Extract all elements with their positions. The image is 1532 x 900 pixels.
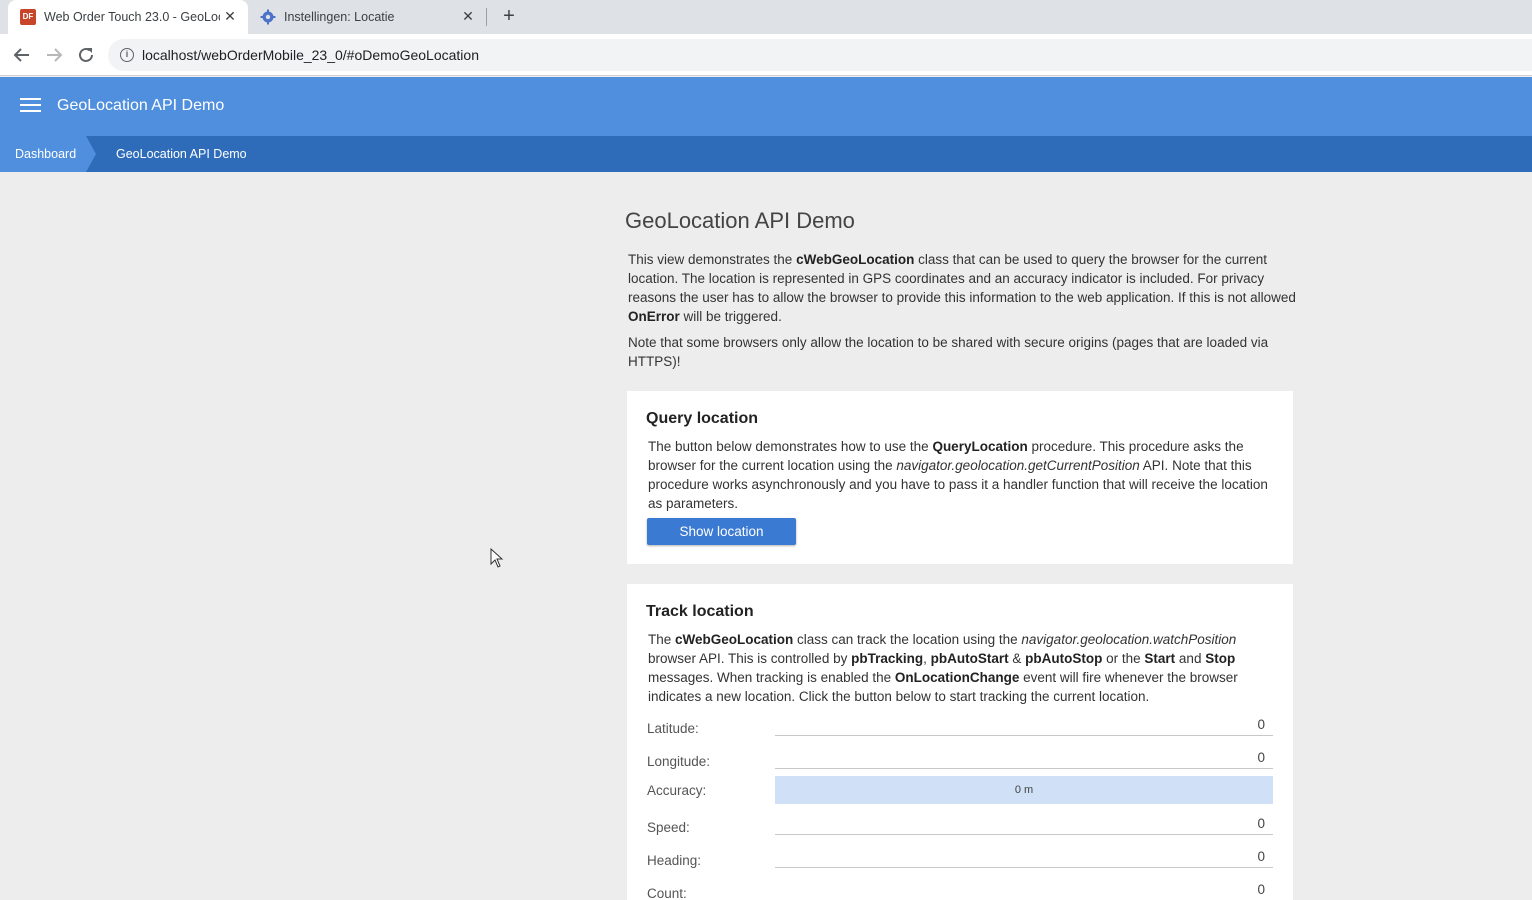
intro-paragraph-1: This view demonstrates the cWebGeoLocati… <box>628 252 1296 324</box>
reload-icon[interactable] <box>75 44 97 66</box>
longitude-field[interactable]: 0 <box>775 747 1273 769</box>
close-tab-icon[interactable]: ✕ <box>222 8 238 24</box>
mouse-cursor-icon <box>490 548 504 568</box>
browser-tab-active[interactable]: DF Web Order Touch 23.0 - GeoLoca ✕ <box>8 0 248 34</box>
query-location-description: The button below demonstrates how to use… <box>648 439 1268 511</box>
track-location-description: The cWebGeoLocation class can track the … <box>648 632 1238 704</box>
dataflex-favicon-icon: DF <box>20 9 36 25</box>
accuracy-row: Accuracy: 0 m <box>647 776 1273 809</box>
speed-label: Speed: <box>647 820 690 835</box>
latitude-label: Latitude: <box>647 721 699 736</box>
breadcrumb: Dashboard GeoLocation API Demo <box>0 136 1532 172</box>
accuracy-label: Accuracy: <box>647 783 707 798</box>
app-header: GeoLocation API Demo <box>0 77 1532 136</box>
site-info-icon[interactable]: i <box>120 48 134 62</box>
breadcrumb-dashboard[interactable]: Dashboard <box>0 136 86 172</box>
track-location-heading: Track location <box>646 603 754 620</box>
query-location-card: Query location The button below demonstr… <box>627 391 1293 564</box>
gear-icon <box>260 9 276 25</box>
count-row: Count: 0 <box>647 879 1273 900</box>
forward-arrow-icon[interactable] <box>43 44 65 66</box>
new-tab-button[interactable]: + <box>498 5 520 27</box>
heading-label: Heading: <box>647 853 702 868</box>
longitude-label: Longitude: <box>647 754 711 769</box>
app-title: GeoLocation API Demo <box>57 97 225 114</box>
count-label: Count: <box>647 886 687 900</box>
latitude-row: Latitude: 0 <box>647 714 1273 747</box>
url-field[interactable]: i localhost/webOrderMobile_23_0/#oDemoGe… <box>108 39 1532 71</box>
browser-tab-inactive[interactable]: Instellingen: Locatie ✕ <box>248 0 486 34</box>
intro-paragraph-2: Note that some browsers only allow the l… <box>628 335 1269 369</box>
heading-field[interactable]: 0 <box>775 846 1273 868</box>
heading-row: Heading: 0 <box>647 846 1273 879</box>
speed-row: Speed: 0 <box>647 813 1273 846</box>
menu-icon[interactable] <box>20 98 41 114</box>
browser-tab-bar: DF Web Order Touch 23.0 - GeoLoca ✕ Inst… <box>0 0 1532 34</box>
breadcrumb-arrow-icon <box>86 136 96 172</box>
show-location-button[interactable]: Show location <box>647 518 796 545</box>
page-title: GeoLocation API Demo <box>625 208 855 233</box>
latitude-field[interactable]: 0 <box>775 714 1273 736</box>
close-tab-icon[interactable]: ✕ <box>460 8 476 24</box>
breadcrumb-current: GeoLocation API Demo <box>116 147 247 161</box>
back-arrow-icon[interactable] <box>11 44 33 66</box>
track-location-card: Track location The cWebGeoLocation class… <box>627 584 1293 900</box>
url-text: localhost/webOrderMobile_23_0/#oDemoGeoL… <box>142 47 479 63</box>
tab-separator <box>486 8 487 26</box>
query-location-heading: Query location <box>646 410 759 427</box>
speed-field[interactable]: 0 <box>775 813 1273 835</box>
count-field[interactable]: 0 <box>775 879 1273 900</box>
tab-title: Web Order Touch 23.0 - GeoLoca <box>44 10 220 24</box>
accuracy-value: 0 m <box>1014 784 1034 796</box>
tab-title: Instellingen: Locatie <box>284 10 395 24</box>
accuracy-progress-bar: 0 m <box>775 776 1273 804</box>
browser-toolbar: i localhost/webOrderMobile_23_0/#oDemoGe… <box>0 34 1532 76</box>
intro-text: This view demonstrates the cWebGeoLocati… <box>628 250 1298 378</box>
